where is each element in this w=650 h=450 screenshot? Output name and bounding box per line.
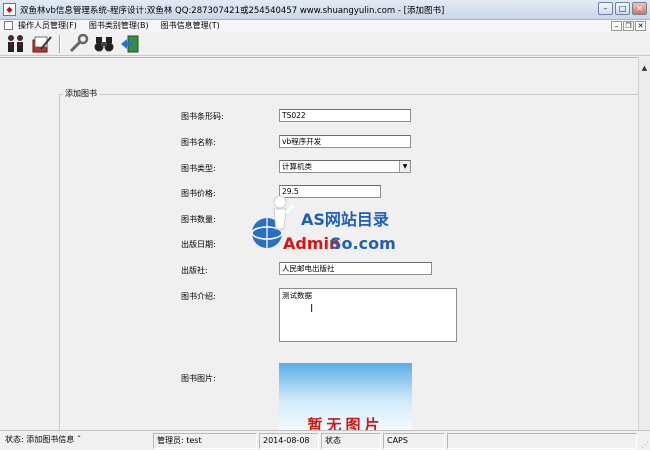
exit-icon — [121, 35, 139, 52]
book-type-label: 图书类型: — [181, 164, 216, 173]
edit-icon — [32, 35, 52, 52]
mdi-close-button[interactable]: ✕ — [635, 21, 646, 31]
publisher-input[interactable]: 人民邮电出版社 — [279, 262, 432, 275]
vertical-scrollbar[interactable]: ▲ — [638, 57, 650, 430]
book-type-select[interactable]: 计算机类 ▼ — [279, 160, 411, 173]
toolbar-separator — [59, 34, 61, 53]
book-image-box[interactable]: 暂无图片 — [279, 363, 412, 430]
users-button[interactable] — [4, 33, 28, 55]
maximize-button[interactable]: □ — [615, 2, 630, 15]
resize-grip-icon[interactable]: ⋰ — [641, 440, 649, 449]
search-button[interactable] — [92, 33, 116, 55]
intro-label: 图书介绍: — [181, 292, 216, 301]
menu-bar: 操作人员管理(F) 图书类别管理(B) 图书信息管理(T) – ❐ ✕ — [0, 20, 650, 32]
chevron-down-icon[interactable]: ▼ — [399, 161, 410, 172]
book-type-value: 计算机类 — [282, 162, 312, 171]
title-bar: ◆ 双鱼林vb信息管理系统-程序设计:双鱼林 QQ:287307421或2545… — [0, 0, 650, 20]
count-label: 图书数量: — [181, 215, 216, 224]
toolbar — [0, 32, 650, 56]
watermark-domain-blue: So.com — [330, 234, 396, 253]
watermark-title: AS网站目录 — [301, 210, 389, 229]
scroll-up-arrow-icon[interactable]: ▲ — [639, 63, 650, 74]
menu-book-info-management[interactable]: 图书信息管理(T) — [161, 20, 220, 32]
status-empty-panel — [447, 433, 637, 449]
window-controls: – □ ✕ — [598, 2, 647, 15]
menu-operator-management[interactable]: 操作人员管理(F) — [18, 20, 77, 32]
image-label: 图书图片: — [181, 374, 216, 383]
mdi-minimize-button[interactable]: – — [611, 21, 622, 31]
users-icon — [8, 34, 23, 52]
status-bar: 状态: 添加图书信息 ˝ 管理员: test 2014-08-08 状态 CAP… — [0, 430, 650, 450]
status-operator: 管理员: test — [153, 433, 257, 449]
status-mode: 状态 — [321, 433, 381, 449]
edit-button[interactable] — [30, 33, 54, 55]
mdi-controls: – ❐ ✕ — [611, 21, 646, 31]
status-caps: CAPS — [383, 433, 445, 449]
document-icon[interactable] — [4, 21, 13, 30]
window-title: 双鱼林vb信息管理系统-程序设计:双鱼林 QQ:287307421或254540… — [20, 6, 445, 16]
minimize-button[interactable]: – — [598, 2, 613, 15]
tools-button[interactable] — [66, 33, 90, 55]
status-message: 状态: 添加图书信息 ˝ — [5, 435, 81, 444]
text-cursor-icon: I — [310, 302, 314, 315]
book-name-input[interactable]: vb程序开发 — [279, 135, 411, 148]
book-name-label: 图书名称: — [181, 138, 216, 147]
menu-items: 操作人员管理(F) 图书类别管理(B) 图书信息管理(T) — [18, 20, 220, 32]
status-date: 2014-08-08 — [259, 433, 319, 449]
no-image-text: 暂无图片 — [307, 416, 384, 430]
exit-button[interactable] — [118, 33, 142, 55]
menu-book-category-management[interactable]: 图书类别管理(B) — [89, 20, 149, 32]
app-icon[interactable]: ◆ — [3, 3, 16, 16]
group-title: 添加图书 — [63, 89, 99, 99]
binoculars-icon — [94, 36, 114, 51]
close-button[interactable]: ✕ — [632, 2, 647, 15]
intro-textarea[interactable]: 测试数据 — [279, 288, 457, 342]
price-label: 图书价格: — [181, 189, 216, 198]
publisher-label: 出版社: — [181, 266, 208, 275]
mdi-restore-button[interactable]: ❐ — [623, 21, 634, 31]
barcode-input[interactable]: TS022 — [279, 109, 411, 122]
barcode-label: 图书条形码: — [181, 112, 224, 121]
publish-date-label: 出版日期: — [181, 240, 216, 249]
tools-icon — [69, 33, 89, 52]
